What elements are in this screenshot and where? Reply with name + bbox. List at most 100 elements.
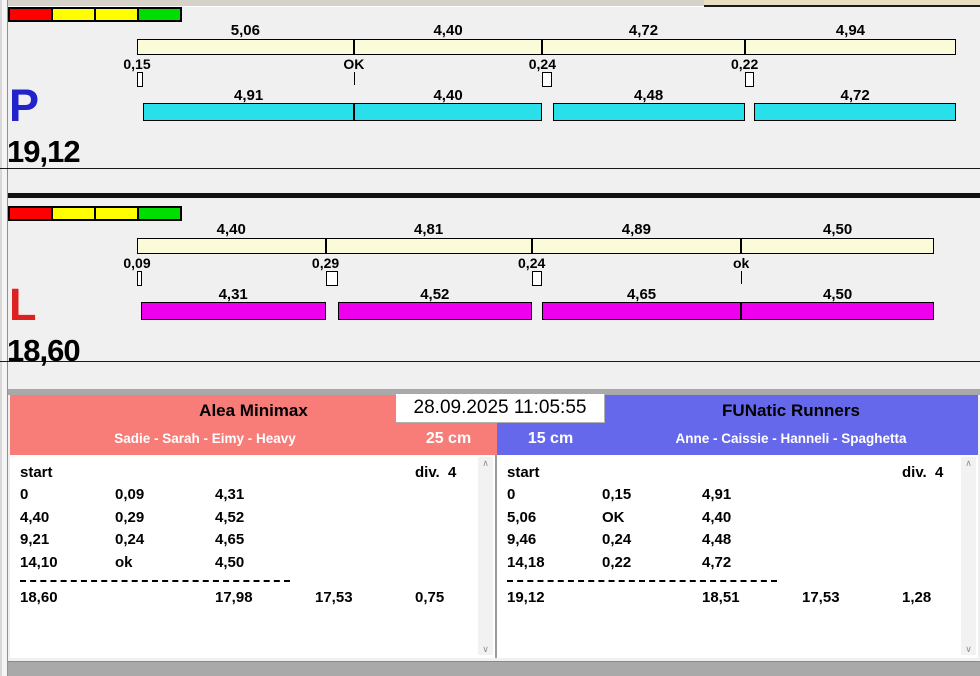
- table-cell: 0,29: [115, 508, 145, 526]
- table-rows: 0 0,09 4,31 4,40 0,29 4,52 9,21 0,24 4,65 14,10 ok…: [20, 484, 495, 574]
- background-window-tan: [704, 0, 980, 7]
- table-cell: 4,91: [702, 486, 732, 504]
- bottom-bar-value: 4,65: [626, 286, 657, 303]
- table-cell: 4,65: [215, 531, 245, 549]
- handicap-badge: 15 cm: [527, 430, 574, 447]
- table-cell: 4,40: [702, 508, 732, 526]
- top-bar-value: 4,50: [822, 221, 853, 238]
- total-distance: 18,60: [20, 588, 58, 606]
- vertical-scrollbar[interactable]: ∧ ∨: [961, 457, 976, 655]
- table-cell: 4,50: [215, 553, 245, 571]
- table-rows: 0 0,15 4,91 5,06 OK 4,40 9,46 0,24 4,48 14,18 0,22…: [507, 484, 978, 574]
- marker-ok-tick: [353, 72, 355, 85]
- table-cell: 0,09: [115, 486, 145, 504]
- marker-ok-tick: [741, 271, 743, 284]
- lane-letter: P: [9, 80, 40, 131]
- table-row: 14,18 0,22 4,72: [507, 552, 978, 574]
- table-cell: ok: [115, 553, 133, 571]
- table-cell: 0,24: [115, 531, 145, 549]
- table-cell: 0: [507, 486, 516, 504]
- top-bar-segment: [744, 39, 957, 55]
- lane-panel-p: 5,06 0,15 4,40 OK 4,72 0,24 4,94 0,22 4,91 4,40 4,…: [0, 7, 980, 169]
- marker-value: 0,24: [528, 56, 556, 72]
- scroll-up-button[interactable]: ∧: [482, 457, 489, 469]
- marker-gap-box: [137, 271, 142, 286]
- table-cell: 4,52: [215, 508, 245, 526]
- marker-gap-box: [137, 72, 143, 87]
- table-header-row: start div. 4: [20, 462, 495, 484]
- table-row: 5,06 OK 4,40: [507, 507, 978, 529]
- top-bar-value: 4,40: [433, 22, 463, 39]
- app-window: 5,06 0,15 4,40 OK 4,72 0,24 4,94 0,22 4,91 4,40 4,…: [0, 0, 980, 676]
- bottom-bar-value: 4,91: [234, 87, 264, 104]
- marker-value: 0,15: [123, 56, 151, 72]
- bottom-bar-value: 4,48: [634, 87, 664, 104]
- marker-value: ok: [733, 255, 750, 271]
- marker-gap-box: [744, 72, 754, 87]
- bottom-bar-segment: [337, 302, 532, 320]
- table-cell: 0,24: [602, 531, 632, 549]
- top-bar-segment: [325, 238, 532, 254]
- total-distance: 19,12: [507, 588, 545, 606]
- net-distance: 17,98: [215, 588, 253, 606]
- table-cell: 0,22: [602, 553, 632, 571]
- team-members: Sadie - Sarah - Eimy - Heavy: [114, 431, 296, 446]
- table-cell: 4,31: [215, 486, 245, 504]
- marker-gap-box: [531, 271, 542, 286]
- team-members: Anne - Caissie - Hanneli - Spaghetta: [675, 431, 907, 446]
- marker-value: 0,22: [730, 56, 759, 72]
- top-bar-value: 5,06: [230, 22, 260, 39]
- top-bar-segment: [137, 39, 354, 55]
- table-cell: 14,18: [507, 553, 545, 571]
- table-cell: 4,48: [702, 531, 732, 549]
- lane-bars: 5,06 0,15 4,40 OK 4,72 0,24 4,94 0,22 4,91 4,40 4,…: [0, 7, 980, 168]
- team-score-table: start div. 4 0 0,15 4,91 5,06 OK 4,40 9,46 0,24…: [497, 455, 978, 658]
- scroll-down-button[interactable]: ∨: [482, 643, 489, 655]
- top-bar-segment: [741, 238, 934, 254]
- handicap-badge: 25 cm: [425, 430, 472, 447]
- table-cell: 14,10: [20, 553, 58, 571]
- top-bar-segment: [137, 238, 326, 254]
- scroll-down-button[interactable]: ∨: [965, 643, 972, 655]
- team-score-table: start div. 4 0 0,09 4,31 4,40 0,29 4,52 9,21 0,…: [10, 455, 497, 658]
- table-row: 14,10 ok 4,50: [20, 552, 495, 574]
- table-cell: OK: [602, 508, 625, 526]
- marker-value: 0,24: [518, 255, 546, 271]
- background-window-strip: [0, 0, 980, 7]
- window-bottom-edge: [8, 661, 980, 676]
- top-bar-segment: [531, 238, 742, 254]
- table-row: 9,46 0,24 4,48: [507, 529, 978, 551]
- vertical-scrollbar[interactable]: ∧ ∨: [478, 457, 493, 655]
- table-cell: 0,15: [602, 486, 632, 504]
- bottom-bar-value: 4,50: [822, 286, 853, 303]
- lane-separator: [8, 193, 980, 198]
- team-subrow: Sadie - Sarah - Eimy - Heavy 25 cm: [10, 425, 497, 455]
- table-row: 0 0,15 4,91: [507, 484, 978, 506]
- empty-cell: [602, 587, 702, 609]
- table-cell: 4,72: [702, 553, 732, 571]
- bottom-bar-value: 4,72: [840, 87, 870, 104]
- lane-total: 18,60: [7, 333, 81, 368]
- table-totals-row: 18,60 17,98 17,53 0,75: [20, 587, 495, 609]
- bottom-bar-value: 4,31: [218, 286, 248, 303]
- bottom-bar-segment: [754, 103, 957, 121]
- table-row: 0 0,09 4,31: [20, 484, 495, 506]
- marker-value: 0,09: [123, 255, 151, 271]
- table-row: 4,40 0,29 4,52: [20, 507, 495, 529]
- team-subrow: 15 cm Anne - Caissie - Hanneli - Spaghet…: [497, 425, 978, 455]
- team-panel-right: FUNatic Runners 15 cm Anne - Caissie - H…: [497, 395, 978, 658]
- bottom-bar-segment: [541, 302, 742, 320]
- scroll-up-button[interactable]: ∧: [965, 457, 972, 469]
- bottom-bar-segment: [353, 103, 543, 121]
- bottom-bar-value: 4,40: [433, 87, 463, 104]
- reference-distance: 17,53: [315, 588, 353, 606]
- datetime-display: 28.09.2025 11:05:55: [396, 394, 605, 423]
- lane-panel-l: 4,40 0,09 4,81 0,29 4,89 0,24 4,50 ok 4,31 4,52 4,…: [0, 206, 980, 368]
- top-bar-segment: [353, 39, 543, 55]
- table-cell: 5,06: [507, 508, 537, 526]
- team-panel-left: Alea Minimax Sadie - Sarah - Eimy - Heav…: [10, 395, 497, 658]
- start-label: start: [20, 464, 53, 481]
- top-bar-value: 4,81: [413, 221, 444, 238]
- top-bar-value: 4,89: [621, 221, 651, 238]
- marker-value: 0,29: [311, 255, 340, 271]
